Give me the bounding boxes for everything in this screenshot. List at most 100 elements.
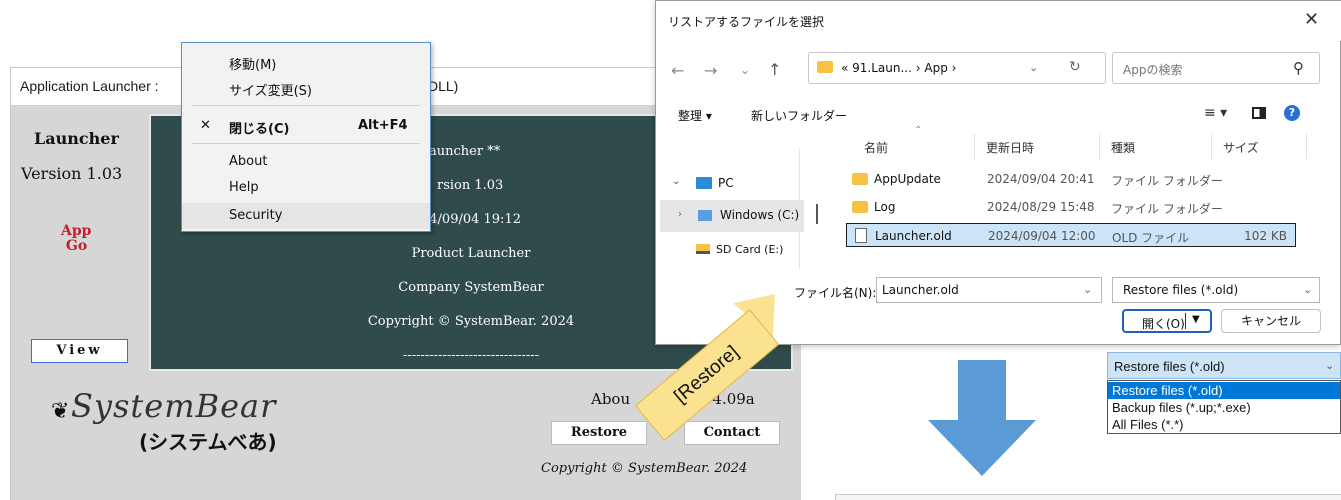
about-text: Abou bbox=[591, 390, 631, 408]
menu-item-close[interactable]: ✕ 閉じる(C) Alt+F4 bbox=[182, 113, 430, 139]
dialog-title-bar[interactable]: リストアするファイルを選択 ✕ bbox=[656, 1, 1341, 41]
filetype-dropdown[interactable]: Restore files (*.old) ⌄ bbox=[1107, 352, 1341, 379]
file-name: Log bbox=[874, 200, 896, 214]
column-divider[interactable] bbox=[974, 134, 975, 159]
copyright-footer: Copyright © SystemBear. 2024 bbox=[541, 461, 748, 476]
file-row[interactable]: AppUpdate 2024/09/04 20:41 ファイル フォルダー bbox=[846, 167, 1296, 191]
close-icon[interactable]: ✕ bbox=[1304, 9, 1319, 30]
nav-item-sdcard[interactable]: SD Card (E:) bbox=[716, 243, 783, 256]
filetype-option[interactable]: All Files (*.*) bbox=[1108, 416, 1340, 433]
menu-item-label: 閉じる(C) bbox=[229, 122, 290, 137]
open-button-label: 開く(O) bbox=[1142, 317, 1185, 331]
file-type: ファイル フォルダー bbox=[1111, 202, 1223, 216]
menu-item-security[interactable]: Security bbox=[182, 203, 430, 229]
chevron-right-icon[interactable]: › bbox=[678, 209, 682, 220]
organize-button[interactable]: 整理 ▾ bbox=[678, 107, 712, 124]
menu-separator bbox=[192, 105, 420, 106]
folder-icon bbox=[852, 201, 868, 213]
filetype-options-list: Restore files (*.old) Backup files (*.up… bbox=[1107, 380, 1341, 434]
launcher-title-suffix: DLL) bbox=[428, 78, 459, 94]
column-header-type[interactable]: 種類 bbox=[1111, 139, 1135, 156]
menu-item-help[interactable]: Help bbox=[182, 175, 430, 201]
search-icon: ⚲ bbox=[1293, 59, 1304, 77]
filetype-option[interactable]: Backup files (*.up;*.exe) bbox=[1108, 399, 1340, 416]
menu-item-move[interactable]: 移動(M) bbox=[182, 49, 430, 75]
file-type: ファイル フォルダー bbox=[1111, 174, 1223, 188]
column-divider[interactable] bbox=[1099, 134, 1100, 159]
column-header-name[interactable]: 名前 bbox=[864, 139, 888, 156]
filename-label: ファイル名(N): bbox=[794, 286, 877, 300]
filename-value: Launcher.old bbox=[882, 283, 959, 297]
sd-card-icon bbox=[696, 244, 710, 254]
address-bar[interactable]: « 91.Laun... › App › ⌄ ↻ bbox=[808, 52, 1106, 84]
pc-icon bbox=[696, 177, 712, 189]
view-button[interactable]: View bbox=[31, 339, 128, 363]
forward-arrow-icon[interactable]: → bbox=[704, 61, 717, 80]
systembear-logo-jp: (システムべあ) bbox=[139, 430, 277, 454]
restore-button[interactable]: Restore bbox=[551, 421, 647, 445]
systembear-logo: SystemBear bbox=[71, 387, 277, 425]
nav-item-pc[interactable]: PC bbox=[718, 176, 734, 190]
file-icon bbox=[855, 228, 867, 243]
column-divider[interactable] bbox=[1306, 134, 1307, 159]
address-path: « 91.Laun... › App › bbox=[841, 61, 957, 75]
menu-item-accelerator: Alt+F4 bbox=[358, 118, 408, 133]
search-placeholder: Appの検索 bbox=[1123, 63, 1183, 77]
file-type: OLD ファイル bbox=[1112, 231, 1190, 245]
menu-separator bbox=[192, 143, 420, 144]
file-name: AppUpdate bbox=[874, 172, 941, 186]
cancel-button[interactable]: キャンセル bbox=[1221, 309, 1321, 333]
search-input[interactable]: Appの検索 ⚲ bbox=[1112, 52, 1320, 84]
chevron-down-icon[interactable]: ⌄ bbox=[1083, 283, 1092, 296]
filetype-dropdown-value: Restore files (*.old) bbox=[1114, 359, 1225, 374]
close-icon: ✕ bbox=[200, 118, 211, 133]
filetype-value: Restore files (*.old) bbox=[1123, 283, 1239, 297]
chevron-down-icon[interactable]: ⌄ bbox=[1029, 61, 1038, 74]
contact-button[interactable]: Contact bbox=[684, 421, 780, 445]
filename-input[interactable]: Launcher.old ⌄ bbox=[876, 277, 1102, 303]
next-window-frame bbox=[835, 494, 1341, 500]
dialog-title: リストアするファイルを選択 bbox=[668, 15, 825, 29]
column-header-size[interactable]: サイズ bbox=[1223, 139, 1259, 156]
chevron-down-icon[interactable]: ⌄ bbox=[1303, 283, 1312, 296]
menu-item-label: About bbox=[229, 154, 268, 169]
up-arrow-icon[interactable]: ↑ bbox=[768, 60, 781, 79]
filetype-option[interactable]: Restore files (*.old) bbox=[1108, 382, 1340, 399]
refresh-icon[interactable]: ↻ bbox=[1069, 59, 1081, 75]
open-button[interactable]: 開く(O) ▼ bbox=[1122, 309, 1212, 333]
column-header-date[interactable]: 更新日時 bbox=[986, 139, 1034, 156]
product-version: Version 1.03 bbox=[21, 164, 123, 183]
view-options-icon[interactable]: ≡ ▾ bbox=[1204, 105, 1227, 121]
menu-item-resize[interactable]: サイズ変更(S) bbox=[182, 75, 430, 101]
file-row[interactable]: Log 2024/08/29 15:48 ファイル フォルダー bbox=[846, 195, 1296, 219]
recent-locations-icon[interactable]: ⌄ bbox=[740, 63, 750, 77]
drive-icon bbox=[698, 210, 712, 221]
chevron-down-icon[interactable]: ⌄ bbox=[672, 176, 680, 187]
file-row-selected[interactable]: Launcher.old 2024/09/04 12:00 OLD ファイル 1… bbox=[846, 223, 1296, 247]
new-folder-button[interactable]: 新しいフォルダー bbox=[751, 107, 847, 124]
folder-icon bbox=[852, 173, 868, 185]
product-name: Launcher bbox=[34, 129, 119, 148]
preview-pane-icon[interactable] bbox=[1252, 107, 1266, 119]
menu-item-about[interactable]: About bbox=[182, 149, 430, 175]
sort-arrow-icon: ⌃ bbox=[914, 125, 923, 136]
filetype-select[interactable]: Restore files (*.old) ⌄ bbox=[1112, 277, 1320, 303]
menu-item-label: Help bbox=[229, 180, 259, 195]
back-arrow-icon[interactable]: ← bbox=[671, 61, 684, 80]
chevron-down-icon[interactable]: ⌄ bbox=[1325, 359, 1334, 372]
scrollbar-thumb[interactable] bbox=[816, 204, 818, 224]
bear-paw-icon: ❦ bbox=[51, 399, 70, 424]
launcher-title: Application Launcher : bbox=[20, 78, 159, 94]
nav-item-windows[interactable]: › Windows (C:) bbox=[660, 200, 804, 232]
split-divider bbox=[1185, 313, 1186, 329]
chevron-down-icon[interactable]: ▼ bbox=[1192, 314, 1200, 325]
menu-item-label: サイズ変更(S) bbox=[229, 84, 313, 99]
menu-item-label: Security bbox=[229, 208, 283, 223]
app-go-icon: App Go bbox=[61, 223, 92, 254]
column-divider[interactable] bbox=[1211, 134, 1212, 159]
file-date: 2024/09/04 12:00 bbox=[988, 229, 1096, 243]
down-arrow-head bbox=[928, 420, 1036, 476]
menu-item-label: 移動(M) bbox=[229, 58, 277, 73]
folder-icon bbox=[817, 61, 833, 73]
help-icon[interactable]: ? bbox=[1284, 105, 1300, 121]
